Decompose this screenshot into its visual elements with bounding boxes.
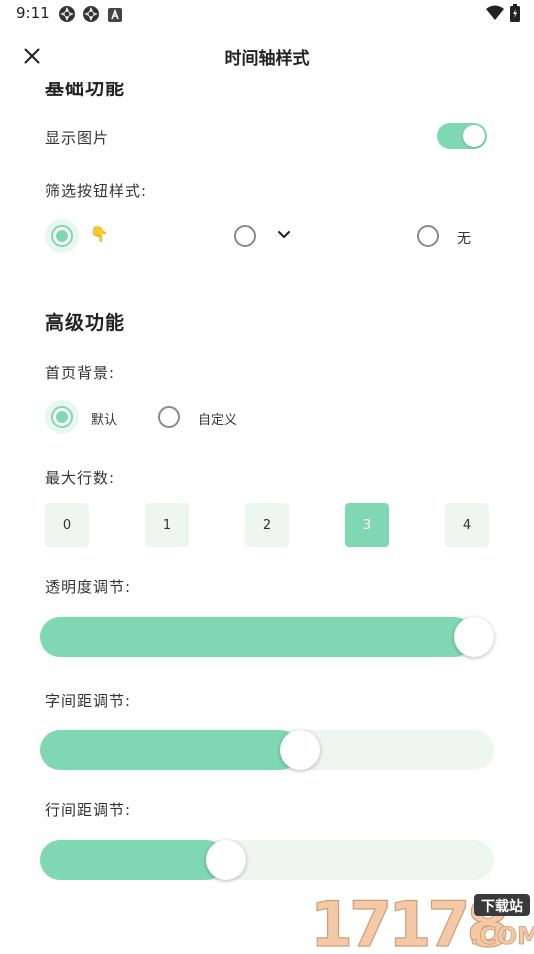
home-bg-custom-radio[interactable]: [158, 406, 180, 428]
opacity-label: 透明度调节:: [45, 578, 132, 596]
toggle-knob: [463, 125, 485, 147]
chevron-down-icon: [277, 228, 291, 244]
filter-option-none-radio[interactable]: [417, 225, 439, 247]
app-bar: 时间轴样式: [0, 30, 534, 82]
filter-option-hand-radio[interactable]: [51, 225, 73, 247]
max-rows-label: 最大行数:: [45, 469, 116, 487]
watermark-domain: .COM: [470, 922, 534, 950]
battery-icon: [510, 4, 520, 26]
page-title: 时间轴样式: [224, 49, 310, 69]
letter-spacing-slider[interactable]: [40, 730, 494, 770]
show-image-label: 显示图片: [45, 129, 110, 147]
slider-fill: [40, 840, 226, 880]
wifi-icon: [486, 5, 504, 25]
filter-style-label: 筛选按钮样式:: [45, 182, 148, 200]
hand-pointing-down-icon: 👇: [90, 225, 109, 243]
watermark-badge: 下载站: [481, 898, 523, 915]
slider-thumb[interactable]: [280, 730, 320, 770]
home-bg-label: 首页背景:: [45, 364, 116, 382]
slider-fill: [40, 730, 300, 770]
home-bg-custom-label: 自定义: [198, 413, 238, 428]
max-rows-option-0[interactable]: 0: [45, 503, 89, 547]
site-watermark-logo: 17178 下载站 .COM: [309, 887, 534, 954]
max-rows-option-3[interactable]: 3: [345, 503, 389, 547]
status-bar: 9:11: [0, 0, 534, 28]
settings-icon: [58, 5, 76, 27]
line-spacing-slider[interactable]: [40, 840, 494, 880]
settings-icon: [82, 5, 100, 27]
slider-fill: [40, 617, 474, 657]
settings-content[interactable]: 基础功能 显示图片 筛选按钮样式: 👇 无 高级功能 首页背景: 默认 自定义 …: [0, 82, 534, 950]
max-rows-option-2[interactable]: 2: [245, 503, 289, 547]
slider-thumb[interactable]: [206, 840, 246, 880]
home-bg-default-label: 默认: [91, 413, 118, 428]
status-time: 9:11: [16, 4, 50, 22]
notification-a-icon: [108, 7, 122, 26]
max-rows-option-1[interactable]: 1: [145, 503, 189, 547]
home-bg-default-radio[interactable]: [51, 406, 73, 428]
show-image-toggle[interactable]: [437, 123, 487, 149]
line-spacing-label: 行间距调节:: [45, 801, 132, 819]
slider-thumb[interactable]: [454, 617, 494, 657]
max-rows-option-4[interactable]: 4: [445, 503, 489, 547]
section-heading-basic: 基础功能: [45, 82, 126, 99]
section-heading-advanced: 高级功能: [45, 312, 126, 334]
letter-spacing-label: 字间距调节:: [45, 692, 132, 710]
opacity-slider[interactable]: [40, 617, 494, 657]
filter-option-none-label: 无: [457, 231, 471, 247]
filter-option-arrow-radio[interactable]: [234, 225, 256, 247]
